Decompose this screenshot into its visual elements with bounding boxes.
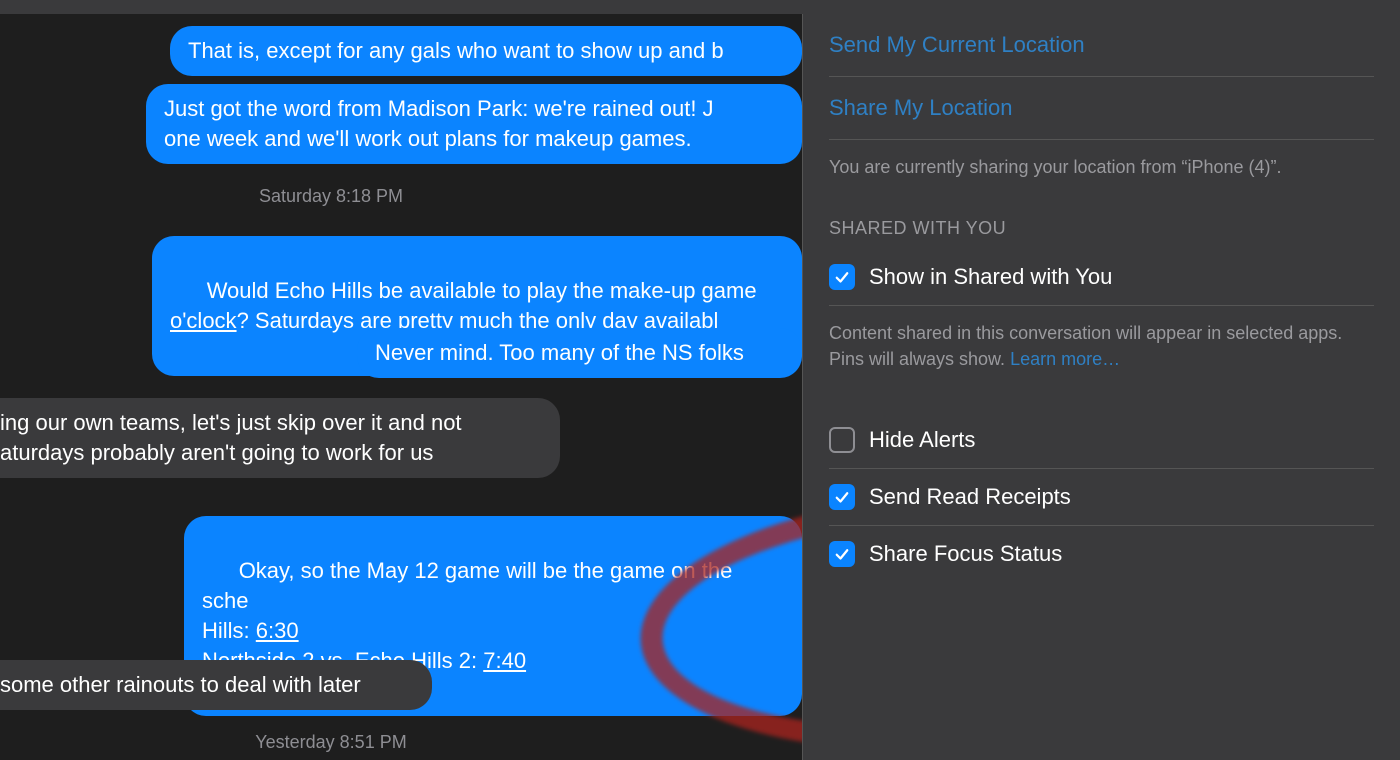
show-in-shared-checkbox-row[interactable]: Show in Shared with You [829, 249, 1374, 305]
messages-pane: That is, except for any gals who want to… [0, 14, 802, 760]
message-text: ing our own teams, let's just skip over … [0, 410, 462, 465]
shared-with-you-header: SHARED WITH YOU [829, 208, 1374, 249]
message-text: Just got the word from Madison Park: we'… [164, 96, 802, 151]
details-sidebar: Send My Current Location Share My Locati… [802, 14, 1400, 760]
message-bubble-outgoing[interactable]: Never mind. Too many of the NS folks [357, 328, 802, 378]
message-bubble-incoming[interactable]: ing our own teams, let's just skip over … [0, 398, 560, 478]
hide-alerts-checkbox-row[interactable]: Hide Alerts [829, 412, 1374, 468]
checkbox-icon [829, 264, 855, 290]
message-bubble-incoming[interactable]: some other rainouts to deal with later [0, 660, 432, 710]
send-read-receipts-checkbox-row[interactable]: Send Read Receipts [829, 469, 1374, 525]
message-text: Would Echo Hills be available to play th… [207, 278, 763, 303]
message-text: Never mind. Too many of the NS folks [375, 340, 744, 365]
share-location-button[interactable]: Share My Location [829, 77, 1374, 139]
message-bubble-outgoing[interactable]: Just got the word from Madison Park: we'… [146, 84, 802, 164]
message-timestamp: Yesterday 8:51 PM [0, 732, 732, 753]
message-bubble-outgoing[interactable]: That is, except for any gals who want to… [170, 26, 802, 76]
message-text: some other rainouts to deal with later [0, 672, 361, 697]
checkbox-label: Show in Shared with You [869, 264, 1112, 290]
checkbox-label: Hide Alerts [869, 427, 975, 453]
message-text: That is, except for any gals who want to… [188, 38, 724, 63]
checkbox-label: Send Read Receipts [869, 484, 1071, 510]
checkbox-icon [829, 484, 855, 510]
window-toolbar [0, 0, 1400, 14]
time-link[interactable]: o'clock [170, 308, 237, 333]
checkbox-icon [829, 427, 855, 453]
checkbox-icon [829, 541, 855, 567]
share-focus-status-checkbox-row[interactable]: Share Focus Status [829, 526, 1374, 582]
message-timestamp: Saturday 8:18 PM [0, 186, 732, 207]
send-location-button[interactable]: Send My Current Location [829, 14, 1374, 76]
learn-more-link[interactable]: Learn more… [1010, 349, 1120, 369]
time-link[interactable]: 7:40 [483, 648, 526, 673]
time-link[interactable]: 6:30 [256, 618, 299, 643]
checkbox-label: Share Focus Status [869, 541, 1062, 567]
shared-with-you-note: Content shared in this conversation will… [829, 306, 1374, 412]
location-sharing-note: You are currently sharing your location … [829, 140, 1374, 208]
